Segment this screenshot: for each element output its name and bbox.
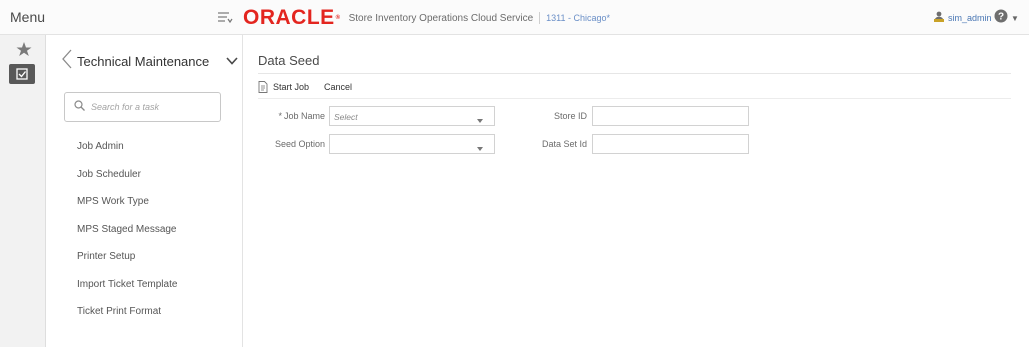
user-name: sim_admin: [948, 12, 992, 23]
task-item-import-ticket-template[interactable]: Import Ticket Template: [77, 277, 177, 305]
store-id-input[interactable]: [592, 106, 749, 126]
store-context-link[interactable]: 1311 - Chicago*: [546, 13, 610, 23]
oracle-logo: ORACLE®: [243, 6, 341, 29]
job-name-label: * Job Name: [278, 111, 325, 121]
task-item-job-scheduler[interactable]: Job Scheduler: [77, 167, 177, 195]
app-title: Store Inventory Operations Cloud Service: [348, 12, 534, 24]
start-job-label: Start Job: [273, 82, 310, 92]
task-panel: Technical Maintenance Search for a task …: [46, 35, 243, 347]
job-name-select[interactable]: Select: [329, 106, 495, 126]
chevron-down-icon: [476, 140, 484, 151]
svg-text:?: ?: [998, 12, 1004, 23]
section-title: Technical Maintenance: [77, 54, 210, 69]
search-placeholder: Search for a task: [91, 102, 160, 112]
task-item-printer-setup[interactable]: Printer Setup: [77, 249, 177, 277]
document-icon: [258, 81, 268, 93]
job-name-value: Select: [334, 112, 358, 122]
menu-label: Menu: [10, 9, 46, 25]
seed-option-select[interactable]: [329, 134, 495, 154]
chevron-left-icon[interactable]: [60, 48, 74, 70]
divider: [258, 98, 1011, 99]
store-id-label: Store ID: [553, 111, 587, 121]
chevron-down-icon: [476, 112, 484, 123]
data-set-id-label: Data Set Id: [541, 139, 587, 149]
chevron-down-icon: ▼: [1011, 14, 1019, 23]
page-title: Data Seed: [258, 53, 320, 68]
task-item-ticket-print-format[interactable]: Ticket Print Format: [77, 304, 177, 332]
user-icon: [934, 11, 944, 24]
star-icon[interactable]: [13, 39, 35, 59]
task-search-input[interactable]: Search for a task: [64, 92, 221, 122]
search-icon: [74, 98, 85, 116]
task-item-mps-staged-message[interactable]: MPS Staged Message: [77, 222, 177, 250]
start-job-button[interactable]: Start Job: [258, 81, 309, 93]
toolbar: Start Job Cancel: [258, 78, 352, 96]
divider: [539, 12, 541, 24]
task-item-job-admin[interactable]: Job Admin: [77, 139, 177, 167]
seed-option-label: Seed Option: [274, 139, 325, 149]
brand: ORACLE® Store Inventory Operations Cloud…: [243, 6, 610, 30]
help-icon: ?: [994, 9, 1008, 28]
task-check-icon[interactable]: [9, 64, 35, 84]
data-set-id-input[interactable]: [592, 134, 749, 154]
main-content: Data Seed Start Job Cancel * Job Name Sel…: [243, 35, 1029, 347]
nav-rail: [0, 35, 46, 347]
chevron-down-icon[interactable]: [225, 54, 239, 66]
help-menu[interactable]: ? ▼: [994, 9, 1019, 28]
cancel-button[interactable]: Cancel: [324, 82, 352, 92]
task-item-mps-work-type[interactable]: MPS Work Type: [77, 194, 177, 222]
divider: [258, 73, 1011, 74]
menu-collapse-icon[interactable]: [217, 10, 233, 26]
top-bar: Menu ORACLE® Store Inventory Operations …: [0, 0, 1029, 35]
task-list: Job Admin Job Scheduler MPS Work Type MP…: [77, 139, 177, 332]
